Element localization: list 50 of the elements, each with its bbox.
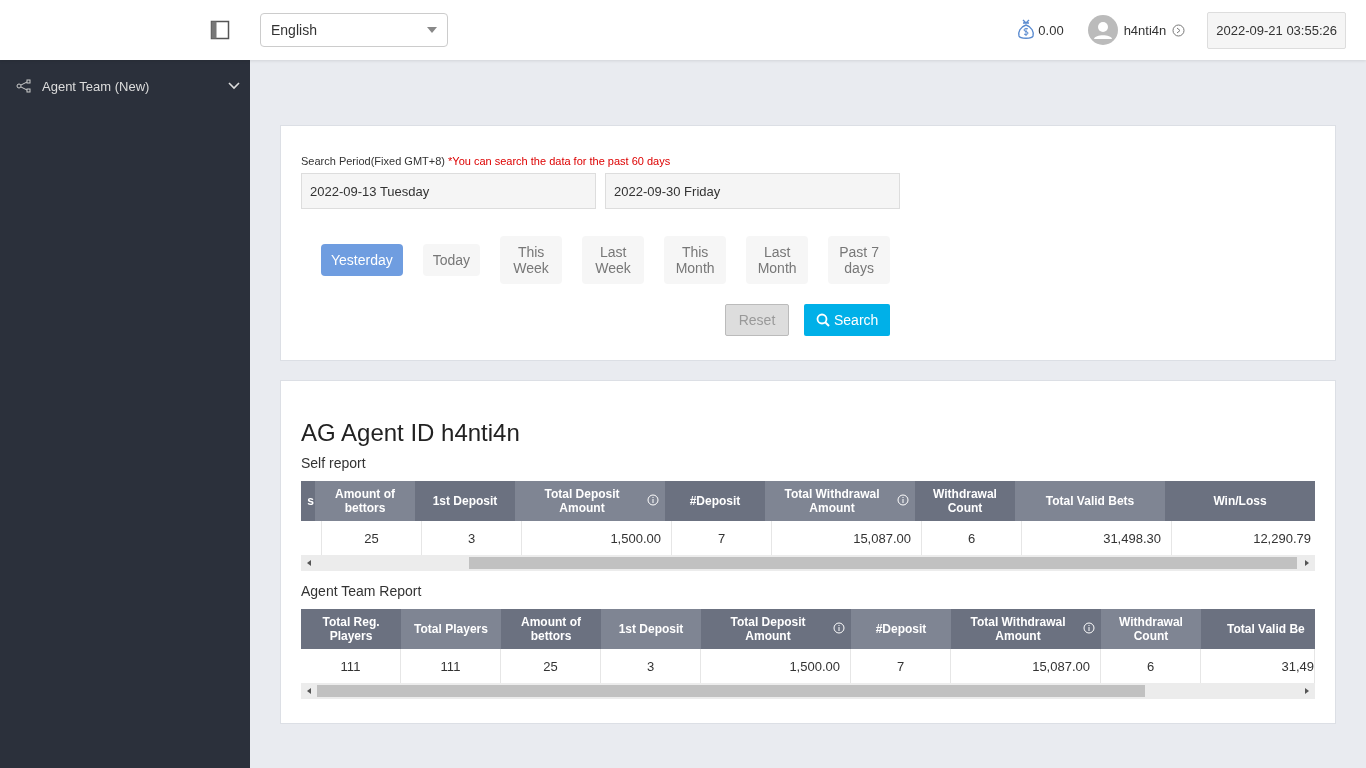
sidebar-item[interactable]: Agent Team (New) — [0, 60, 250, 112]
horizontal-scrollbar[interactable] — [301, 683, 1315, 699]
column-header: Total Reg. Players — [301, 609, 401, 649]
info-icon — [833, 622, 845, 634]
column-header: Total Deposit Amount — [515, 481, 665, 521]
datetime-display: 2022-09-21 03:55:26 — [1207, 11, 1346, 49]
column-header: s — [301, 481, 315, 521]
info-icon — [897, 494, 909, 506]
money-bag-icon — [1016, 19, 1037, 41]
period-button[interactable]: This Month — [664, 236, 727, 284]
table-title: Agent Team Report — [301, 583, 423, 599]
search-icon — [816, 313, 830, 327]
period-button[interactable]: Past 7 days — [828, 236, 891, 284]
column-header: Amount of bettors — [315, 481, 415, 521]
report-title: AG Agent ID h4nti4n — [301, 419, 521, 447]
period-button[interactable]: This Week — [500, 236, 563, 284]
share-icon — [16, 79, 32, 93]
column-header: #Deposit — [665, 481, 765, 521]
period-button[interactable]: Last Week — [582, 236, 645, 284]
column-header: Withdrawal Count — [1101, 609, 1201, 649]
sidebar-toggle-icon — [210, 20, 230, 40]
period-button[interactable]: Yesterday — [321, 244, 403, 276]
column-header: 1st Deposit — [601, 609, 701, 649]
column-header: Total Valid Be — [1201, 609, 1315, 649]
period-button[interactable]: Today — [422, 244, 481, 276]
column-header: Total Valid Bets — [1015, 481, 1165, 521]
column-header: #Deposit — [851, 609, 951, 649]
caret-icon — [427, 27, 437, 33]
column-header: Total Withdrawal Amount — [765, 481, 915, 521]
column-header: Total Players — [401, 609, 501, 649]
info-icon — [647, 494, 659, 506]
column-header: Win/Loss — [1165, 481, 1315, 521]
language-select[interactable]: English — [260, 13, 448, 47]
avatar-icon — [1087, 15, 1118, 45]
start-date-field[interactable]: 2022-09-13 Tuesday — [301, 173, 596, 209]
horizontal-scrollbar[interactable] — [301, 555, 1315, 571]
column-header: 1st Deposit — [415, 481, 515, 521]
period-button[interactable]: Last Month — [746, 236, 809, 284]
info-icon — [1083, 622, 1095, 634]
column-header: Withdrawal Count — [915, 481, 1015, 521]
table-title: Self report — [301, 455, 367, 471]
balance: 0.00 — [1038, 22, 1064, 38]
column-header: Total Withdrawal Amount — [951, 609, 1101, 649]
search-period-label: Search Period(Fixed GMT+8) *You can search the data for the past 60 days — [301, 155, 672, 167]
column-header: Total Deposit Amount — [701, 609, 851, 649]
column-header: Amount of bettors — [501, 609, 601, 649]
username[interactable]: h4nti4n — [1123, 22, 1167, 38]
search-button[interactable]: Search — [804, 304, 891, 336]
arrow-circle-icon — [1172, 23, 1186, 37]
end-date-field[interactable]: 2022-09-30 Friday — [605, 173, 900, 209]
